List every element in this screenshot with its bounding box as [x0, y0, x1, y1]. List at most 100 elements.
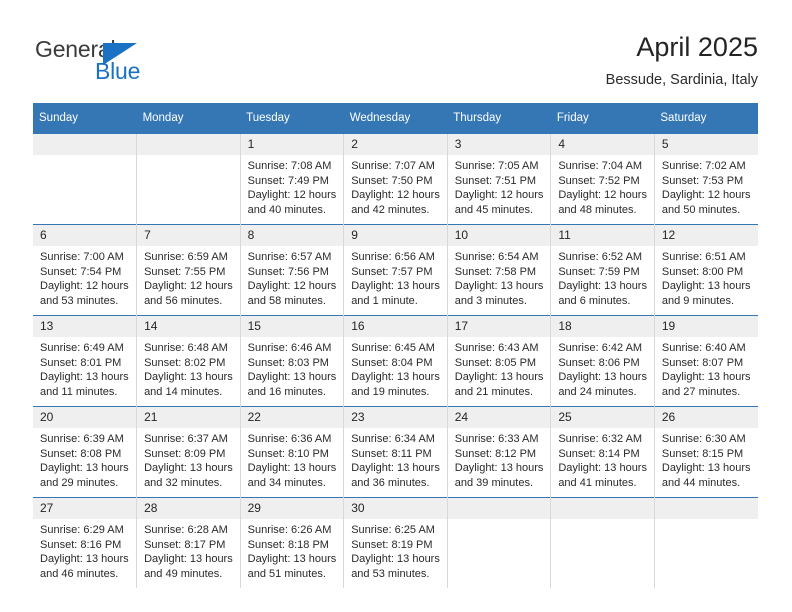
day-number: 23 [344, 407, 447, 428]
calendar-day-cell[interactable]: 18 Sunrise: 6:42 AM Sunset: 8:06 PM Dayligh… [550, 315, 655, 407]
column-header-monday: Monday [136, 103, 241, 134]
calendar-week-row: 6 Sunrise: 7:00 AM Sunset: 7:54 PM Daylight… [33, 224, 758, 316]
day-detail-line: Daylight: 13 hours [40, 462, 129, 475]
day-number: 1 [240, 134, 344, 155]
day-details: Sunrise: 6:36 AM Sunset: 8:10 PM Daylight:… [241, 428, 344, 490]
page-title: April 2025 [636, 32, 758, 62]
calendar-day-cell[interactable]: 5 Sunrise: 7:02 AM Sunset: 7:53 PM Daylight… [653, 134, 758, 225]
calendar-day-cell[interactable]: 6 Sunrise: 7:00 AM Sunset: 7:54 PM Daylight… [33, 224, 138, 316]
calendar-day-cell[interactable]: 14 Sunrise: 6:48 AM Sunset: 8:02 PM Dayligh… [136, 315, 241, 407]
calendar-day-cell[interactable]: 8 Sunrise: 6:57 AM Sunset: 7:56 PM Daylight… [239, 224, 345, 316]
calendar-day-cell[interactable]: 11 Sunrise: 6:52 AM Sunset: 7:59 PM Dayligh… [550, 224, 655, 316]
day-detail-line: Daylight: 13 hours [40, 371, 129, 384]
calendar-day-cell[interactable]: 28 Sunrise: 6:28 AM Sunset: 8:17 PM Dayligh… [136, 497, 241, 588]
day-detail-line: Daylight: 13 hours [454, 371, 544, 384]
day-details: Sunrise: 7:07 AM Sunset: 7:50 PM Daylight:… [344, 155, 447, 217]
calendar-day-cell[interactable]: 26 Sunrise: 6:30 AM Sunset: 8:15 PM Dayligh… [653, 406, 758, 498]
calendar-day-cell[interactable]: 15 Sunrise: 6:46 AM Sunset: 8:03 PM Dayligh… [239, 315, 345, 407]
day-number [33, 134, 137, 155]
day-detail-line: Sunset: 8:07 PM [661, 356, 744, 369]
day-detail-line: Daylight: 12 hours [558, 189, 647, 202]
calendar-day-cell[interactable]: 3 Sunrise: 7:05 AM Sunset: 7:51 PM Daylight… [446, 134, 552, 225]
calendar-day-cell[interactable]: 19 Sunrise: 6:40 AM Sunset: 8:07 PM Dayligh… [653, 315, 758, 407]
calendar-day-cell[interactable]: 25 Sunrise: 6:32 AM Sunset: 8:14 PM Dayligh… [550, 406, 655, 498]
logo-secondary-text: Blue [95, 58, 141, 84]
day-number: 17 [447, 316, 551, 337]
day-details: Sunrise: 6:48 AM Sunset: 8:02 PM Daylight:… [137, 337, 240, 399]
day-detail-line: Sunrise: 7:00 AM [40, 251, 124, 263]
calendar-day-cell[interactable]: 23 Sunrise: 6:34 AM Sunset: 8:11 PM Dayligh… [343, 406, 448, 498]
day-detail-line: Daylight: 12 hours [247, 280, 337, 293]
calendar-day-cell[interactable]: 12 Sunrise: 6:51 AM Sunset: 8:00 PM Dayligh… [653, 224, 758, 316]
day-number: 19 [654, 316, 758, 337]
column-header-saturday: Saturday [654, 103, 758, 134]
day-details: Sunrise: 7:00 AM Sunset: 7:54 PM Daylight:… [33, 246, 136, 308]
day-number: 20 [33, 407, 137, 428]
calendar-day-cell[interactable]: 21 Sunrise: 6:37 AM Sunset: 8:09 PM Dayligh… [136, 406, 241, 498]
day-detail-line: and 21 minutes. [454, 385, 534, 398]
day-details: Sunrise: 6:25 AM Sunset: 8:19 PM Daylight:… [344, 519, 447, 581]
day-detail-line: Sunset: 8:04 PM [351, 356, 433, 369]
day-details: Sunrise: 6:54 AM Sunset: 7:58 PM Daylight:… [448, 246, 551, 308]
day-detail-line: Sunrise: 6:32 AM [558, 433, 643, 445]
day-detail-line: Sunset: 7:56 PM [247, 265, 329, 278]
day-detail-line: Sunset: 7:55 PM [144, 265, 226, 278]
day-detail-line: Daylight: 13 hours [144, 553, 233, 566]
column-header-tuesday: Tuesday [240, 103, 344, 134]
day-detail-line: and 53 minutes. [40, 294, 119, 307]
day-detail-line: Sunrise: 7:04 AM [558, 160, 643, 172]
calendar-day-cell[interactable]: 27 Sunrise: 6:29 AM Sunset: 8:16 PM Dayligh… [33, 497, 138, 588]
calendar-day-cell[interactable]: 4 Sunrise: 7:04 AM Sunset: 7:52 PM Daylight… [550, 134, 655, 225]
calendar-day-cell[interactable]: 10 Sunrise: 6:54 AM Sunset: 7:58 PM Dayligh… [446, 224, 552, 316]
calendar-day-cell[interactable]: 29 Sunrise: 6:26 AM Sunset: 8:18 PM Dayligh… [239, 497, 345, 588]
day-detail-line: Sunrise: 6:33 AM [454, 433, 539, 445]
page-subtitle: Bessude, Sardinia, Italy [605, 72, 758, 88]
day-detail-line: Sunset: 7:52 PM [558, 174, 640, 187]
day-detail-line: Daylight: 13 hours [144, 462, 233, 475]
calendar-day-cell[interactable]: 16 Sunrise: 6:45 AM Sunset: 8:04 PM Dayligh… [343, 315, 448, 407]
day-number: 25 [551, 407, 654, 428]
day-detail-line: and 51 minutes. [247, 567, 326, 580]
day-detail-line: Sunrise: 7:05 AM [454, 160, 539, 172]
day-detail-line: Sunrise: 6:42 AM [558, 342, 643, 354]
day-detail-line: Daylight: 13 hours [351, 553, 440, 566]
day-detail-line: Sunrise: 7:02 AM [661, 160, 746, 172]
calendar-day-cell[interactable]: 30 Sunrise: 6:25 AM Sunset: 8:19 PM Dayligh… [343, 497, 448, 588]
day-number: 18 [551, 316, 654, 337]
calendar-day-cell[interactable]: 22 Sunrise: 6:36 AM Sunset: 8:10 PM Dayligh… [239, 406, 345, 498]
day-details: Sunrise: 6:40 AM Sunset: 8:07 PM Daylight:… [655, 337, 758, 399]
day-detail-line: Sunrise: 6:54 AM [454, 251, 539, 263]
day-detail-line: Sunset: 7:54 PM [40, 265, 122, 278]
day-detail-line: Daylight: 12 hours [661, 189, 751, 202]
calendar-day-cell[interactable]: 17 Sunrise: 6:43 AM Sunset: 8:05 PM Dayligh… [446, 315, 552, 407]
calendar-day-cell[interactable]: 7 Sunrise: 6:59 AM Sunset: 7:55 PM Daylight… [136, 224, 241, 316]
day-details: Sunrise: 6:49 AM Sunset: 8:01 PM Daylight:… [33, 337, 136, 399]
day-number: 21 [137, 407, 240, 428]
page-header: General Blue April 2025 Bessude, Sardini… [0, 0, 792, 100]
day-details: Sunrise: 6:28 AM Sunset: 8:17 PM Daylight:… [137, 519, 240, 581]
calendar-day-cell[interactable]: 24 Sunrise: 6:33 AM Sunset: 8:12 PM Dayligh… [446, 406, 552, 498]
calendar-day-cell[interactable]: 1 Sunrise: 7:08 AM Sunset: 7:49 PM Daylight… [239, 134, 345, 225]
day-detail-line: Sunset: 8:03 PM [247, 356, 329, 369]
day-detail-line: Sunset: 8:06 PM [558, 356, 640, 369]
logo[interactable]: General Blue [35, 36, 185, 86]
day-details: Sunrise: 7:04 AM Sunset: 7:52 PM Daylight:… [551, 155, 654, 217]
calendar-day-cell[interactable]: 20 Sunrise: 6:39 AM Sunset: 8:08 PM Dayligh… [33, 406, 138, 498]
calendar-day-cell[interactable]: 13 Sunrise: 6:49 AM Sunset: 8:01 PM Dayligh… [33, 315, 138, 407]
calendar-day-cell[interactable]: 9 Sunrise: 6:56 AM Sunset: 7:57 PM Daylight… [343, 224, 448, 316]
day-detail-line: and 32 minutes. [144, 476, 223, 489]
day-detail-line: Sunrise: 6:28 AM [144, 524, 228, 536]
calendar-day-cell[interactable]: 2 Sunrise: 7:07 AM Sunset: 7:50 PM Daylight… [343, 134, 448, 225]
day-detail-line: and 46 minutes. [40, 567, 119, 580]
day-detail-line: Sunset: 7:58 PM [454, 265, 537, 278]
day-detail-line: Sunrise: 6:43 AM [454, 342, 539, 354]
day-detail-line: and 34 minutes. [247, 476, 326, 489]
day-number: 30 [344, 498, 447, 519]
day-number: 16 [344, 316, 447, 337]
day-detail-line: Sunset: 8:12 PM [454, 447, 537, 460]
day-detail-line: Daylight: 13 hours [558, 462, 647, 475]
day-detail-line: and 48 minutes. [558, 203, 637, 216]
day-detail-line: Sunrise: 6:48 AM [144, 342, 228, 354]
day-detail-line: Sunset: 7:50 PM [351, 174, 433, 187]
day-detail-line: Sunrise: 6:29 AM [40, 524, 124, 536]
